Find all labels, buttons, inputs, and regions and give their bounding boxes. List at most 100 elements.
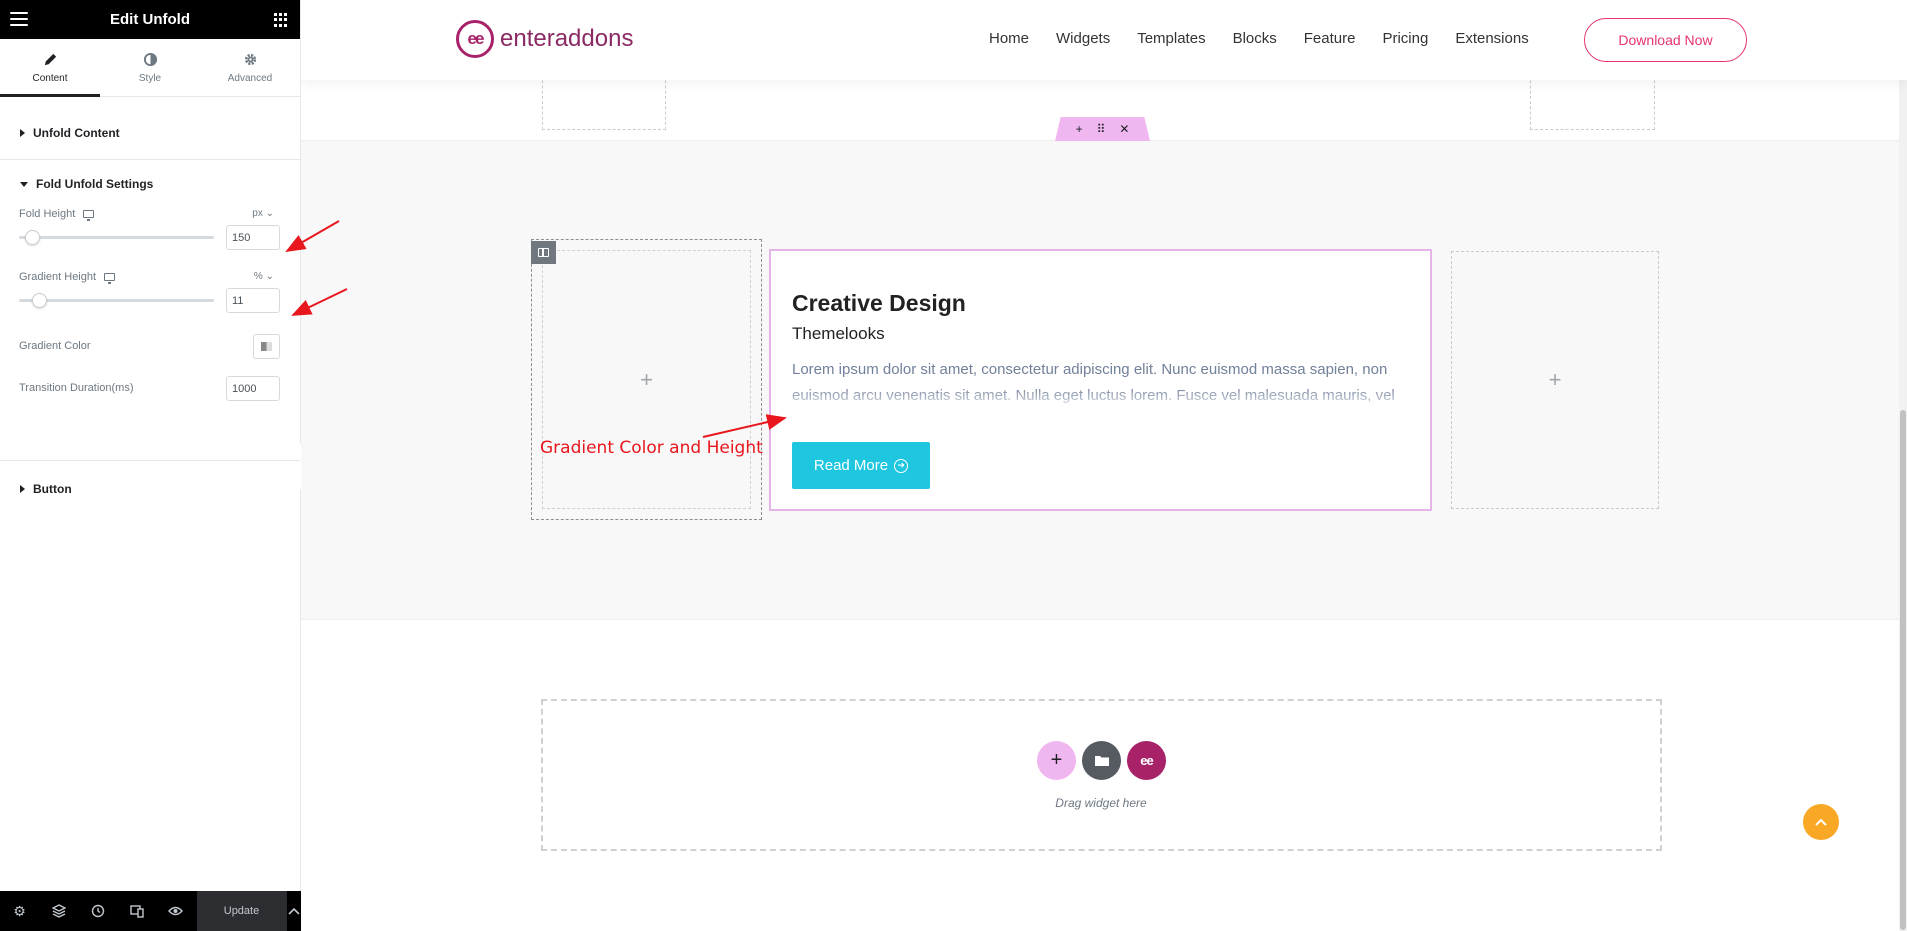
annotation-label: Gradient Color and Height [540, 438, 763, 458]
section-fold-settings: Fold Unfold Settings Fold Height px ⌄ 15… [0, 166, 300, 410]
gradient-overlay [792, 387, 1412, 411]
caret-right-icon [20, 129, 25, 137]
control-gradient-color: Gradient Color [0, 329, 300, 369]
card-subtitle: Themelooks [792, 324, 885, 343]
scrollbar-track[interactable] [1899, 0, 1907, 931]
panel-title: Edit Unfold [110, 11, 190, 28]
site-logo[interactable]: ee enteraddons [456, 20, 633, 58]
template-library-button[interactable] [1082, 741, 1121, 780]
tab-style[interactable]: Style [100, 39, 200, 96]
plus-icon: + [1548, 367, 1562, 392]
read-more-button[interactable]: Read More ➜ [792, 442, 930, 489]
color-swatch-icon [261, 342, 272, 351]
section-toolbar: + ⠿ ✕ [1055, 117, 1150, 141]
folder-icon [1094, 756, 1109, 766]
editor-panel: Edit Unfold Content Style Advanced Unfol… [0, 0, 301, 931]
update-button[interactable]: Update [197, 891, 286, 931]
tab-advanced[interactable]: Advanced [200, 39, 300, 96]
preview-canvas: ee enteraddons Home Widgets Templates Bl… [301, 0, 1907, 931]
history-icon[interactable] [78, 891, 117, 931]
pencil-icon [44, 53, 56, 65]
panel-tabs: Content Style Advanced [0, 39, 300, 97]
fold-height-slider-track[interactable] [19, 236, 214, 239]
gradient-height-slider-handle[interactable] [32, 293, 47, 308]
gradient-height-label-row: Gradient Height [19, 271, 281, 284]
section-button-label: Button [33, 482, 72, 496]
close-icon[interactable]: ✕ [1119, 122, 1129, 136]
add-widget-placeholder[interactable]: + [542, 250, 751, 509]
fold-height-input[interactable]: 150 [226, 225, 280, 250]
section-unfold-content-toggle[interactable]: Unfold Content [0, 115, 300, 151]
eye-icon[interactable] [156, 891, 195, 931]
half-circle-icon [143, 52, 157, 66]
monitor-icon[interactable] [83, 210, 95, 221]
drag-widget-hint: Drag widget here [1055, 796, 1147, 810]
menu-item-feature[interactable]: Feature [1304, 30, 1356, 47]
control-transition-duration: Transition Duration(ms) 1000 [0, 370, 300, 410]
menu-item-home[interactable]: Home [989, 30, 1029, 47]
layers-icon[interactable] [39, 891, 78, 931]
hamburger-menu-icon[interactable] [10, 12, 28, 26]
empty-column-left[interactable]: + [531, 239, 762, 520]
read-more-label: Read More [813, 457, 889, 474]
monitor-icon[interactable] [104, 273, 116, 284]
gradient-height-slider-track[interactable] [19, 299, 214, 302]
tab-advanced-label: Advanced [227, 72, 273, 84]
drop-zone-actions: + ee [1037, 741, 1166, 780]
responsive-icon[interactable] [117, 891, 156, 931]
fold-height-slider-handle[interactable] [25, 230, 40, 245]
empty-column-right[interactable]: + [1451, 251, 1659, 509]
gradient-color-picker[interactable] [253, 334, 280, 359]
section-unfold-content-label: Unfold Content [33, 126, 120, 140]
gradient-color-label: Gradient Color [19, 340, 91, 352]
panel-header: Edit Unfold [0, 0, 300, 39]
fold-height-unit: px [252, 208, 263, 219]
fold-height-label-row: Fold Height [19, 208, 281, 221]
site-header: ee enteraddons Home Widgets Templates Bl… [301, 0, 1907, 80]
gear-icon [244, 53, 256, 65]
enteraddons-library-button[interactable]: ee [1127, 741, 1166, 780]
scroll-to-top-button[interactable] [1803, 804, 1839, 840]
section-button-toggle[interactable]: Button [0, 471, 300, 507]
caret-down-icon [20, 181, 28, 187]
drag-handle-icon[interactable]: ⠿ [1097, 122, 1106, 136]
gradient-height-input[interactable]: 11 [226, 288, 280, 313]
menu-item-pricing[interactable]: Pricing [1382, 30, 1428, 47]
unfold-widget[interactable]: Creative Design Themelooks Lorem ipsum d… [769, 249, 1432, 511]
caret-right-icon [20, 485, 25, 493]
main-menu: Home Widgets Templates Blocks Feature Pr… [989, 30, 1529, 47]
tab-content-label: Content [32, 72, 68, 84]
scrollbar-thumb[interactable] [1900, 410, 1906, 930]
panel-footer: ⚙ Update [0, 891, 301, 931]
control-fold-height: Fold Height px ⌄ 150 [0, 208, 300, 262]
download-now-button[interactable]: Download Now [1584, 18, 1747, 62]
chevron-up-icon[interactable] [286, 891, 301, 931]
control-gradient-height: Gradient Height % ⌄ 11 [0, 271, 300, 325]
plus-icon: + [640, 366, 653, 392]
menu-item-blocks[interactable]: Blocks [1233, 30, 1277, 47]
gradient-height-unit-select[interactable]: % ⌄ [254, 271, 274, 282]
menu-item-templates[interactable]: Templates [1137, 30, 1205, 47]
menu-item-extensions[interactable]: Extensions [1455, 30, 1528, 47]
gear-icon[interactable]: ⚙ [0, 891, 39, 931]
chevron-up-icon [1815, 818, 1827, 826]
enteraddons-logo-icon: ee [456, 20, 494, 58]
section-button: Button [0, 460, 300, 507]
tab-content[interactable]: Content [0, 39, 100, 97]
fold-height-unit-select[interactable]: px ⌄ [252, 208, 274, 219]
gradient-height-unit: % [253, 271, 263, 282]
section-fold-settings-toggle[interactable]: Fold Unfold Settings [0, 166, 300, 202]
arrow-circle-icon: ➜ [894, 458, 909, 473]
logo-text: enteraddons [500, 25, 634, 52]
section-unfold-content: Unfold Content [0, 115, 300, 160]
widgets-grid-icon[interactable] [274, 13, 288, 27]
column-handle-icon[interactable] [531, 241, 556, 264]
gradient-height-label: Gradient Height [19, 271, 97, 283]
menu-item-widgets[interactable]: Widgets [1056, 30, 1110, 47]
section-fold-settings-label: Fold Unfold Settings [36, 177, 154, 191]
add-section-button[interactable]: + [1037, 741, 1076, 780]
transition-duration-input[interactable]: 1000 [226, 376, 280, 401]
tab-style-label: Style [138, 72, 162, 84]
add-section-icon[interactable]: + [1076, 122, 1083, 136]
card-title: Creative Design [792, 290, 966, 316]
